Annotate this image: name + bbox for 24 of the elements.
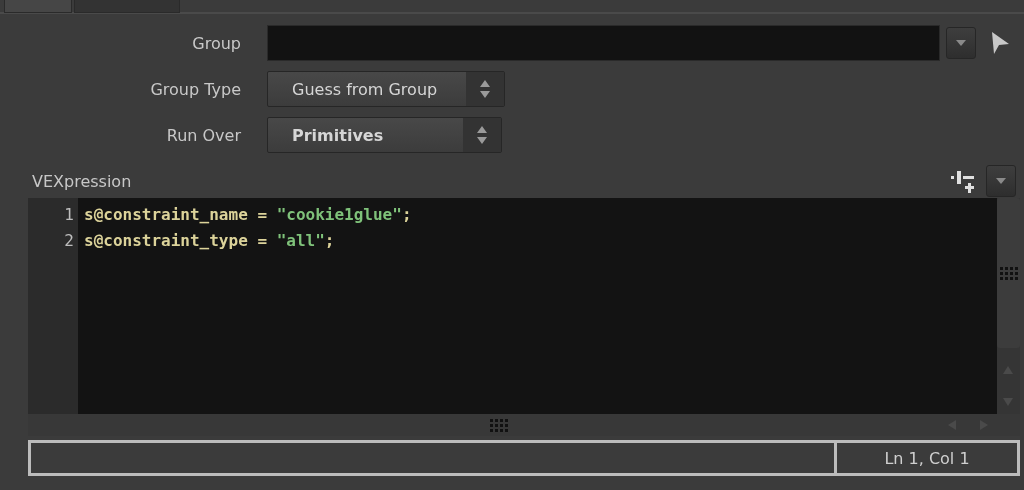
pointer-icon[interactable] xyxy=(990,30,1010,56)
caret-icon xyxy=(955,39,967,47)
param-label: Run Over xyxy=(165,125,241,145)
line-number: 1 xyxy=(64,204,75,226)
tab[interactable] xyxy=(4,0,72,13)
scrollbar-thumb[interactable] xyxy=(997,198,1020,348)
line-number: 2 xyxy=(64,230,75,252)
code-line: s@constraint_type = "all"; xyxy=(84,230,336,252)
caret-icon xyxy=(995,177,1007,185)
dropdown-button[interactable] xyxy=(986,165,1016,197)
cursor-position: Ln 1, Col 1 xyxy=(883,447,971,470)
editor-label: VEXpression xyxy=(32,171,133,191)
menu-dropdown[interactable]: Primitives xyxy=(267,117,502,153)
up-down-icon xyxy=(479,79,491,99)
menu-dropdown[interactable]: Guess from Group xyxy=(267,71,505,107)
dropdown-button[interactable] xyxy=(946,27,976,59)
grip-icon[interactable] xyxy=(489,417,509,433)
up-down-icon xyxy=(476,125,488,145)
param-label: Group Type xyxy=(149,79,241,99)
grip-icon[interactable] xyxy=(998,265,1019,281)
group-field[interactable] xyxy=(267,25,940,61)
tab[interactable] xyxy=(74,0,180,13)
param-label: Group xyxy=(191,33,241,53)
code-line: s@constraint_name = "cookie1glue"; xyxy=(84,204,413,226)
